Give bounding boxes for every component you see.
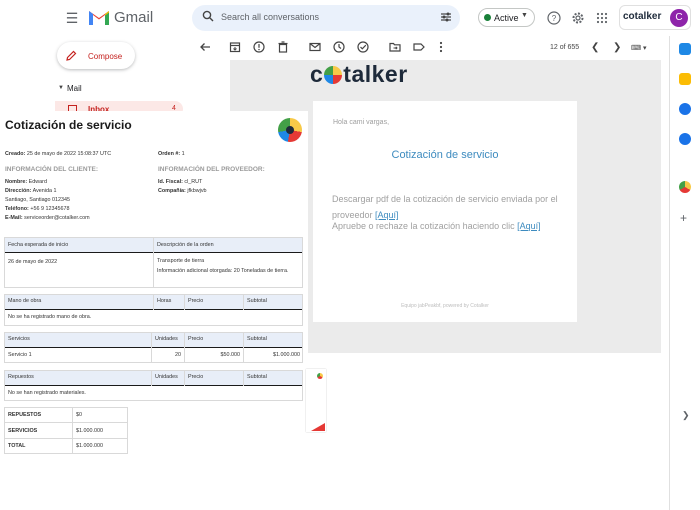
- download-pdf-text: Descargar pdf de la cotización de servic…: [332, 194, 558, 220]
- table-cell: $1.000.000: [273, 352, 300, 358]
- apps-grid-icon[interactable]: [596, 12, 608, 24]
- table-cell: Información adicional otorgada: 20 Tonel…: [157, 268, 289, 274]
- label-icon[interactable]: [413, 41, 425, 53]
- pencil-icon: [66, 50, 77, 61]
- table-header: Descripción de la orden: [157, 242, 214, 248]
- thumbnail-corner-icon: [311, 423, 325, 431]
- gmail-logo-icon[interactable]: [88, 8, 110, 26]
- created-field: Creado: 25 de mayo de 2022 15:08:37 UTC: [5, 151, 112, 157]
- side-panel-divider: [669, 36, 670, 510]
- trash-icon[interactable]: [277, 41, 289, 53]
- table-cell: Transporte de tierra: [157, 258, 205, 264]
- table-header: Precio: [188, 374, 204, 380]
- client-heading: INFORMACIÓN DEL CLIENTE:: [5, 166, 99, 173]
- svg-text:?: ?: [552, 14, 557, 23]
- add-task-icon[interactable]: [357, 41, 369, 53]
- pdf-title: Cotización de servicio: [5, 118, 132, 132]
- collapse-caret-icon[interactable]: ▼: [58, 85, 64, 91]
- input-tools-icon[interactable]: ⌨ ▾: [631, 44, 647, 52]
- summary-value: $1.000.000: [76, 428, 103, 434]
- table-cell: 20: [175, 352, 181, 358]
- chevron-down-icon: ▼: [521, 12, 528, 19]
- table-empty-message: No se ha registrado mano de obra.: [8, 314, 92, 320]
- cotalker-addon-icon[interactable]: [679, 181, 691, 193]
- table-header: Servicios: [8, 336, 30, 342]
- client-name: Nombre: Edward: [5, 179, 47, 185]
- back-arrow-icon[interactable]: [199, 41, 211, 53]
- table-cell: $50.000: [220, 352, 241, 358]
- summary-value: $0: [76, 412, 82, 418]
- search-icon[interactable]: [202, 10, 214, 22]
- provider-heading: INFORMACIÓN DEL PROVEEDOR:: [158, 166, 265, 173]
- table-cell: Servicio 1: [8, 352, 32, 358]
- cotalker-logo: c talker: [310, 61, 408, 87]
- approve-reject-link[interactable]: [Aquí]: [517, 221, 541, 231]
- status-dot-icon: [484, 14, 491, 21]
- client-address: Dirección: Avenida 1: [5, 188, 57, 194]
- table-header: Horas: [157, 298, 172, 304]
- mail-section-label: Mail: [67, 84, 82, 93]
- table-header: Repuestos: [8, 374, 34, 380]
- search-options-icon[interactable]: [440, 11, 452, 23]
- more-options-icon[interactable]: [435, 41, 447, 53]
- table-header: Mano de obra: [8, 298, 42, 304]
- chevron-left-icon[interactable]: ❮: [591, 42, 599, 53]
- table-header: Subtotal: [247, 336, 267, 342]
- provider-fiscal-id: Id. Fiscal: cl_RUT: [158, 179, 203, 185]
- gmail-window: ☰ Gmail Search all conversations Active …: [0, 0, 700, 510]
- report-spam-icon[interactable]: [253, 41, 265, 53]
- table-header: Fecha esperada de inicio: [8, 242, 69, 248]
- keep-icon[interactable]: [679, 73, 691, 85]
- gmail-wordmark: Gmail: [114, 9, 154, 26]
- table-header: Subtotal: [247, 298, 267, 304]
- gear-icon[interactable]: [571, 11, 585, 25]
- calendar-icon[interactable]: [679, 43, 691, 55]
- table-header: Precio: [188, 336, 204, 342]
- archive-icon[interactable]: [229, 41, 241, 53]
- compose-label: Compose: [88, 52, 123, 61]
- download-pdf-link[interactable]: [Aquí]: [375, 210, 399, 220]
- get-addons-plus-icon[interactable]: +: [680, 211, 687, 225]
- email-footer: Equipo jabPeakbf, powered by Cotalker: [401, 303, 489, 309]
- tasks-icon[interactable]: [679, 103, 691, 115]
- pagination-count: 12 of 655: [550, 44, 580, 51]
- summary-label: TOTAL: [8, 443, 26, 449]
- chevron-right-icon[interactable]: ❯: [682, 410, 690, 421]
- table-cell: 26 de mayo de 2022: [8, 259, 58, 265]
- summary-label: SERVICIOS: [8, 428, 38, 434]
- table-empty-message: No se han registrado materiales.: [8, 390, 86, 396]
- account-org-logo: cotalker: [623, 11, 662, 22]
- table-header: Subtotal: [247, 374, 267, 380]
- chevron-right-icon[interactable]: ❯: [613, 42, 621, 53]
- order-field: Orden #: 1: [158, 151, 185, 157]
- status-label: Active: [494, 13, 519, 23]
- client-email: E-Mail: serviceorder@cotalker.com: [5, 215, 90, 221]
- avatar[interactable]: C: [670, 9, 688, 27]
- contacts-icon[interactable]: [679, 133, 691, 145]
- summary-label: REPUESTOS: [8, 412, 42, 418]
- search-input[interactable]: Search all conversations: [221, 12, 319, 22]
- snooze-clock-icon[interactable]: [333, 41, 345, 53]
- mark-unread-icon[interactable]: [309, 41, 321, 53]
- email-title: Cotización de servicio: [391, 149, 499, 161]
- client-phone: Teléfono: +56 9 12345678: [5, 206, 70, 212]
- summary-value: $1.000.000: [76, 443, 103, 449]
- email-greeting: Hola cami vargas,: [333, 119, 390, 126]
- table-header: Unidades: [155, 374, 178, 380]
- main-menu-icon[interactable]: ☰: [64, 10, 80, 26]
- approve-reject-text: Apruebe o rechaze la cotización haciendo…: [332, 221, 541, 231]
- table-header: Unidades: [155, 336, 178, 342]
- move-to-folder-icon[interactable]: [389, 41, 401, 53]
- client-address-line2: Santiago, Santiago 012345: [5, 197, 71, 203]
- cotalker-logo-icon: [278, 118, 302, 142]
- provider-company: Compañía: jfkbwjvb: [158, 188, 207, 194]
- help-icon[interactable]: ?: [547, 11, 561, 25]
- table-header: Precio: [188, 298, 204, 304]
- thumbnail-logo-icon: [317, 373, 323, 379]
